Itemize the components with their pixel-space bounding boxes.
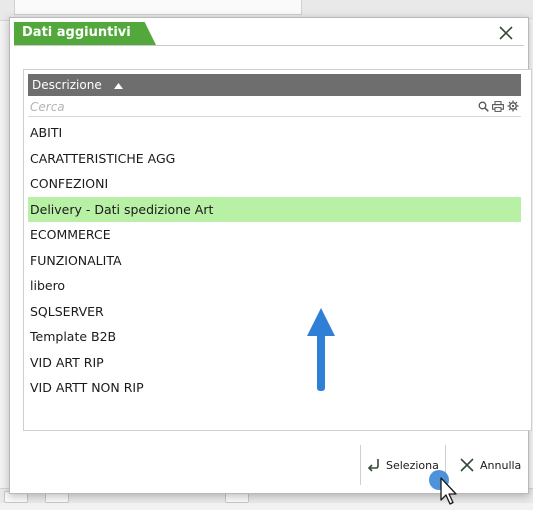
search-icon[interactable] [477, 100, 489, 112]
list-item[interactable]: CARATTERISTICHE AGG [28, 146, 521, 172]
dati-aggiuntivi-dialog: Dati aggiuntivi Descrizione Cerca ABITI … [9, 17, 532, 505]
select-return-icon [367, 459, 379, 472]
list-item-selected[interactable]: Delivery - Dati spedizione Art [28, 196, 521, 222]
list-item[interactable]: Template B2B [28, 324, 521, 350]
list-item[interactable]: FUNZIONALITA [28, 248, 521, 274]
arrow-up-icon [307, 308, 335, 391]
dialog-title: Dati aggiuntivi [22, 25, 131, 40]
mouse-cursor-icon [429, 470, 457, 505]
items-list: ABITI CARATTERISTICHE AGG CONFEZIONI Del… [28, 120, 521, 401]
close-icon [499, 26, 513, 40]
list-item[interactable]: CONFEZIONI [28, 171, 521, 197]
title-divider [14, 45, 524, 46]
footer-divider [23, 439, 530, 440]
list-item[interactable]: SQLSERVER [28, 299, 521, 325]
list-item[interactable]: ECOMMERCE [28, 222, 521, 248]
list-panel: Descrizione ABITI CARATTERISTICHE AG [23, 69, 532, 431]
list-item[interactable]: libero [28, 273, 521, 299]
search-tools [477, 100, 519, 112]
print-icon[interactable] [492, 100, 504, 112]
search-input[interactable] [28, 98, 462, 116]
list-item[interactable]: VID ART RIP [28, 350, 521, 376]
annulla-label: Annulla [480, 458, 522, 472]
sort-asc-icon [113, 78, 123, 92]
annulla-button[interactable]: Annulla [453, 445, 527, 485]
settings-icon[interactable] [507, 100, 519, 112]
list-item[interactable]: VID ARTT NON RIP [28, 375, 521, 401]
background-field [14, 0, 302, 15]
column-header-label: Descrizione [32, 78, 102, 92]
close-button[interactable] [494, 21, 518, 45]
search-row [28, 98, 521, 117]
column-header-descrizione[interactable]: Descrizione [28, 74, 521, 96]
list-item[interactable]: ABITI [28, 120, 521, 146]
